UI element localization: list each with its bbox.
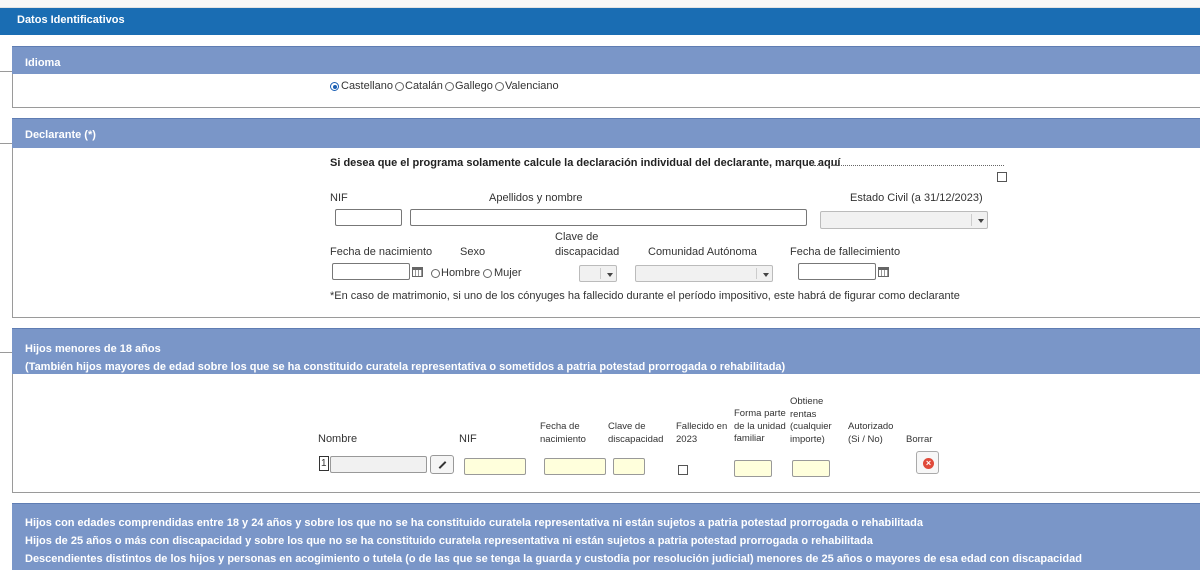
col-fallecido-line: 2023 <box>676 433 698 445</box>
col-clave-line: Clave de <box>608 421 646 432</box>
radio-castellano[interactable] <box>330 82 339 91</box>
otros-header: Hijos con edades comprendidas entre 18 y… <box>12 503 1200 570</box>
top-strip <box>0 0 1200 8</box>
estado-civil-select[interactable] <box>820 211 988 229</box>
frame-line <box>12 107 1200 108</box>
col-forma-line: de la unidad <box>734 420 786 432</box>
dotted-leader <box>814 165 1004 166</box>
declarante-title: Declarante (*) <box>25 129 96 141</box>
idioma-header: Idioma <box>12 46 1200 74</box>
col-autorizado: Autorizado (Si / No) <box>848 421 893 446</box>
label-gallego: Gallego <box>455 80 493 92</box>
nif-label: NIF <box>330 192 348 204</box>
hijos-subtitle: (También hijos mayores de edad sobre los… <box>25 361 786 373</box>
hijo-fallecido-checkbox[interactable] <box>678 465 688 475</box>
col-rentas-line: rentas <box>790 408 817 420</box>
fallecimiento-label: Fecha de fallecimiento <box>790 246 901 258</box>
hijo-forma-input[interactable] <box>734 460 772 477</box>
edit-button[interactable] <box>430 455 454 474</box>
frame-line <box>12 317 1200 318</box>
estado-civil-label: Estado Civil (a 31/12/2023) <box>850 192 983 204</box>
nombre-label: Apellidos y nombre <box>489 192 583 204</box>
nif-input[interactable] <box>335 209 402 226</box>
chevron-down-icon <box>763 272 769 277</box>
col-rentas-line: (cualquier <box>790 421 832 432</box>
hijos-header: Hijos menores de 18 años (También hijos … <box>12 328 1200 374</box>
label-catalan: Catalán <box>405 80 443 92</box>
discapacidad-label-1: Clave de <box>555 231 599 243</box>
chevron-down-icon <box>607 272 613 277</box>
calendar-icon[interactable] <box>878 267 889 277</box>
comunidad-select[interactable] <box>635 265 773 282</box>
col-autorizado-line: (Si / No) <box>848 433 883 445</box>
discapacidad-label-2: discapacidad <box>555 246 620 258</box>
declarante-note: *En caso de matrimonio, si uno de los có… <box>330 290 960 302</box>
hijo-nombre-input[interactable] <box>330 456 427 473</box>
col-forma-line: familiar <box>734 433 765 444</box>
otros-line-3: Descendientes distintos de los hijos y p… <box>25 553 1082 565</box>
col-rentas: Obtiene rentas (cualquier importe) <box>790 396 832 446</box>
declarante-header: Declarante (*) <box>12 118 1200 148</box>
hijo-rentas-input[interactable] <box>792 460 830 477</box>
col-clave-line: discapacidad <box>608 433 664 445</box>
frame-line <box>0 71 12 72</box>
label-castellano: Castellano <box>341 80 393 92</box>
calendar-icon[interactable] <box>412 267 423 277</box>
individual-checkbox[interactable] <box>997 172 1007 182</box>
col-forma-line: Forma parte <box>734 408 786 419</box>
label-hombre: Hombre <box>441 267 481 279</box>
select-divider <box>971 214 972 226</box>
col-nif: NIF <box>459 433 477 445</box>
hijo-nif-input[interactable] <box>464 458 526 475</box>
col-fecha-line: nacimiento <box>540 433 586 445</box>
hijo-fecha-input[interactable] <box>544 458 606 475</box>
col-nombre: Nombre <box>318 433 358 445</box>
pencil-icon <box>438 461 447 469</box>
delete-button[interactable]: × <box>916 451 939 474</box>
col-forma: Forma parte de la unidad familiar <box>734 408 786 446</box>
col-rentas-line: Obtiene <box>790 396 824 407</box>
row-number: 1 <box>319 456 329 471</box>
col-borrar: Borrar <box>906 434 933 445</box>
col-clave: Clave de discapacidad <box>608 421 663 446</box>
label-valenciano: Valenciano <box>505 80 559 92</box>
delete-icon: × <box>923 458 934 469</box>
nombre-input[interactable] <box>410 209 807 226</box>
individual-label: Si desea que el programa solamente calcu… <box>330 157 841 169</box>
main-header: Datos Identificativos <box>0 8 1200 35</box>
select-divider <box>756 268 757 279</box>
fecha-nac-label: Fecha de nacimiento <box>330 246 433 258</box>
hijos-title: Hijos menores de 18 años <box>25 343 161 355</box>
comunidad-label: Comunidad Autónoma <box>648 246 757 258</box>
hijo-clave-input[interactable] <box>613 458 645 475</box>
main-title: Datos Identificativos <box>17 14 125 26</box>
fecha-fallecimiento-input[interactable] <box>798 263 876 280</box>
col-fecha-line: Fecha de <box>540 421 580 432</box>
idioma-title: Idioma <box>25 57 61 69</box>
col-autorizado-line: Autorizado <box>848 421 894 432</box>
radio-catalan[interactable] <box>395 82 404 91</box>
frame-line <box>12 118 13 318</box>
radio-valenciano[interactable] <box>495 82 504 91</box>
select-divider <box>600 268 601 279</box>
otros-line-1: Hijos con edades comprendidas entre 18 y… <box>25 517 923 529</box>
fecha-nac-input[interactable] <box>332 263 410 280</box>
col-fallecido: Fallecido en 2023 <box>676 421 727 446</box>
col-fecha: Fecha de nacimiento <box>540 421 586 446</box>
col-fallecido-line: Fallecido en <box>676 421 728 432</box>
radio-hombre[interactable] <box>431 269 440 278</box>
frame-line <box>12 492 1200 493</box>
label-mujer: Mujer <box>494 267 522 279</box>
radio-mujer[interactable] <box>483 269 492 278</box>
frame-line <box>0 143 12 144</box>
discapacidad-select[interactable] <box>579 265 617 282</box>
otros-line-2: Hijos de 25 años o más con discapacidad … <box>25 535 873 547</box>
radio-gallego[interactable] <box>445 82 454 91</box>
frame-line <box>0 352 12 353</box>
chevron-down-icon <box>978 219 984 223</box>
sexo-label: Sexo <box>460 246 486 258</box>
col-rentas-line: importe) <box>790 433 825 445</box>
